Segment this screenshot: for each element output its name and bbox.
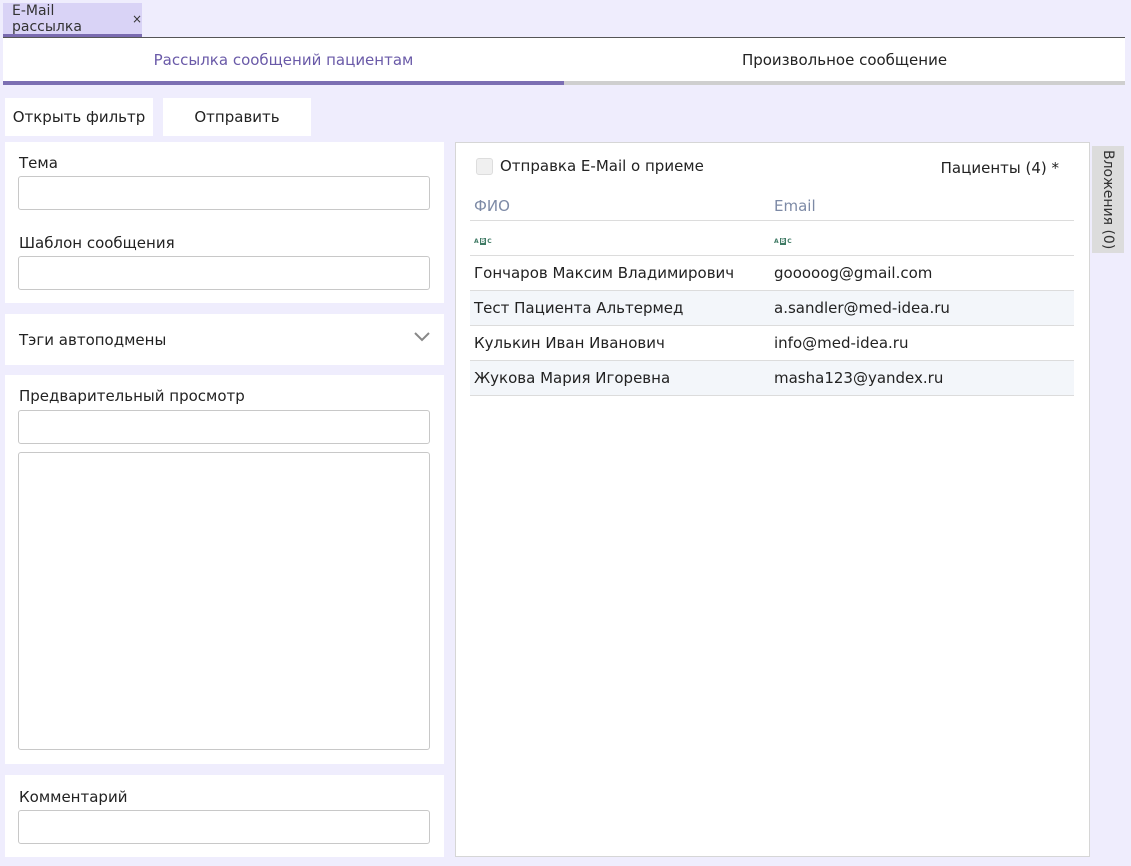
preview-title-input[interactable] bbox=[18, 410, 430, 444]
subject-label: Тема bbox=[19, 154, 58, 172]
document-tab-title: E-Mail рассылка bbox=[12, 2, 82, 35]
table-row[interactable]: Тест Пациента Альтермед a.sandler@med-id… bbox=[470, 291, 1074, 326]
column-header-email[interactable]: Email bbox=[770, 197, 1074, 215]
subject-input[interactable] bbox=[18, 176, 430, 210]
tags-label: Тэги автоподмены bbox=[19, 331, 167, 349]
patients-count: Пациенты (4) * bbox=[940, 159, 1059, 177]
appointment-email-checkbox[interactable] bbox=[476, 157, 493, 175]
tab-custom-message[interactable]: Произвольное сообщение bbox=[564, 38, 1125, 85]
template-input[interactable] bbox=[18, 256, 430, 290]
table-row[interactable]: Гончаров Максим Владимирович gooooog@gma… bbox=[470, 256, 1074, 291]
column-header-name[interactable]: ФИО bbox=[470, 197, 770, 215]
document-tab-email-mailing[interactable]: E-Mail рассылка × bbox=[3, 3, 142, 37]
preview-body-textarea[interactable] bbox=[18, 452, 430, 750]
chevron-down-icon[interactable] bbox=[414, 332, 430, 342]
preview-card: Предварительный просмотр bbox=[5, 375, 444, 764]
patient-name: Жукова Мария Игоревна bbox=[474, 369, 671, 387]
preview-label: Предварительный просмотр bbox=[19, 387, 245, 405]
send-button[interactable]: Отправить bbox=[163, 98, 311, 136]
patients-table: ФИО Email ABC ABC Гончаров Максим Владим… bbox=[470, 191, 1074, 396]
mode-tabs: Рассылка сообщений пациентам Произвольно… bbox=[3, 38, 1125, 85]
attachments-side-tab[interactable]: Вложения (0) bbox=[1092, 146, 1124, 253]
comment-card: Комментарий bbox=[5, 775, 444, 857]
checkbox-label: Отправка E-Mail о приеме bbox=[500, 157, 704, 175]
comment-label: Комментарий bbox=[19, 788, 128, 806]
table-row[interactable]: Кулькин Иван Иванович info@med-idea.ru bbox=[470, 326, 1074, 361]
tab-label: Рассылка сообщений пациентам bbox=[153, 50, 414, 69]
comment-input[interactable] bbox=[18, 810, 430, 844]
table-row[interactable]: Жукова Мария Игоревна masha123@yandex.ru bbox=[470, 361, 1074, 396]
attachments-label: Вложения (0) bbox=[1100, 149, 1116, 250]
table-filter-row: ABC ABC bbox=[470, 221, 1074, 256]
patient-email: a.sandler@med-idea.ru bbox=[774, 299, 950, 317]
close-icon[interactable]: × bbox=[132, 12, 142, 26]
table-header: ФИО Email bbox=[470, 191, 1074, 221]
appointment-email-checkbox-row[interactable]: Отправка E-Mail о приеме bbox=[476, 157, 704, 175]
template-label: Шаблон сообщения bbox=[19, 234, 175, 252]
patient-name: Гончаров Максим Владимирович bbox=[474, 264, 735, 282]
text-filter-icon[interactable]: ABC bbox=[474, 238, 492, 245]
patients-panel: Отправка E-Mail о приеме Пациенты (4) * … bbox=[455, 142, 1090, 857]
autoreplace-tags-panel[interactable]: Тэги автоподмены bbox=[5, 314, 444, 365]
patient-email: gooooog@gmail.com bbox=[774, 264, 933, 282]
patient-name: Кулькин Иван Иванович bbox=[474, 334, 665, 352]
tab-patient-mailing[interactable]: Рассылка сообщений пациентам bbox=[3, 38, 564, 85]
patient-name: Тест Пациента Альтермед bbox=[474, 299, 684, 317]
text-filter-icon[interactable]: ABC bbox=[774, 238, 792, 245]
open-filter-button[interactable]: Открыть фильтр bbox=[5, 98, 153, 136]
tab-label: Произвольное сообщение bbox=[741, 50, 948, 69]
patient-email: info@med-idea.ru bbox=[774, 334, 909, 352]
document-tab-bar: E-Mail рассылка × bbox=[0, 0, 1131, 38]
patient-email: masha123@yandex.ru bbox=[774, 369, 944, 387]
message-fields-card: Тема Шаблон сообщения bbox=[5, 142, 444, 303]
